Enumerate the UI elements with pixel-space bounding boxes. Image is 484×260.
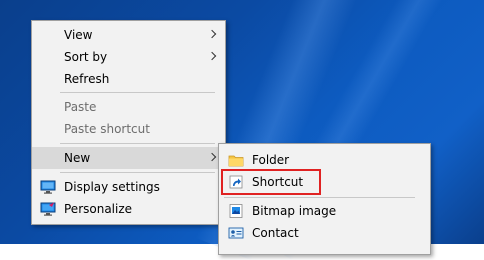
desktop-context-menu: View Sort by Refresh Paste Paste shortcu…	[31, 20, 226, 225]
submenu-item-folder[interactable]: Folder	[219, 149, 430, 171]
menu-item-label: Contact	[252, 226, 299, 240]
chevron-right-icon	[207, 51, 217, 61]
menu-separator	[60, 92, 215, 93]
menu-item-label: Display settings	[64, 180, 160, 194]
menu-item-paste-shortcut: Paste shortcut	[32, 118, 225, 140]
menu-item-label: Paste shortcut	[64, 122, 150, 136]
chevron-right-icon	[207, 152, 217, 162]
menu-item-refresh[interactable]: Refresh	[32, 68, 225, 90]
display-settings-icon	[40, 180, 56, 194]
menu-separator	[224, 197, 415, 198]
shortcut-highlight-box	[221, 169, 321, 195]
menu-item-personalize[interactable]: Personalize	[32, 198, 225, 220]
menu-item-new[interactable]: New	[32, 147, 225, 169]
submenu-item-bitmap-image[interactable]: Bitmap image	[219, 200, 430, 222]
menu-item-label: Paste	[64, 100, 97, 114]
menu-item-label: Sort by	[64, 50, 108, 64]
folder-icon	[228, 155, 244, 167]
bitmap-image-icon	[229, 204, 243, 218]
new-submenu: Folder Shortcut Bitmap image Contact	[218, 143, 431, 255]
menu-separator	[60, 143, 215, 144]
menu-item-label: New	[64, 151, 91, 165]
menu-item-label: Folder	[252, 153, 290, 167]
menu-item-label: Personalize	[64, 202, 133, 216]
menu-item-view[interactable]: View	[32, 24, 225, 46]
menu-item-paste: Paste	[32, 96, 225, 118]
submenu-item-contact[interactable]: Contact	[219, 222, 430, 244]
contact-icon	[228, 227, 244, 239]
menu-item-label: Bitmap image	[252, 204, 337, 218]
menu-item-sort-by[interactable]: Sort by	[32, 46, 225, 68]
menu-separator	[60, 172, 215, 173]
personalize-icon	[40, 202, 56, 216]
chevron-right-icon	[207, 29, 217, 39]
menu-item-label: Refresh	[64, 72, 110, 86]
menu-item-label: View	[64, 28, 93, 42]
menu-item-display-settings[interactable]: Display settings	[32, 176, 225, 198]
